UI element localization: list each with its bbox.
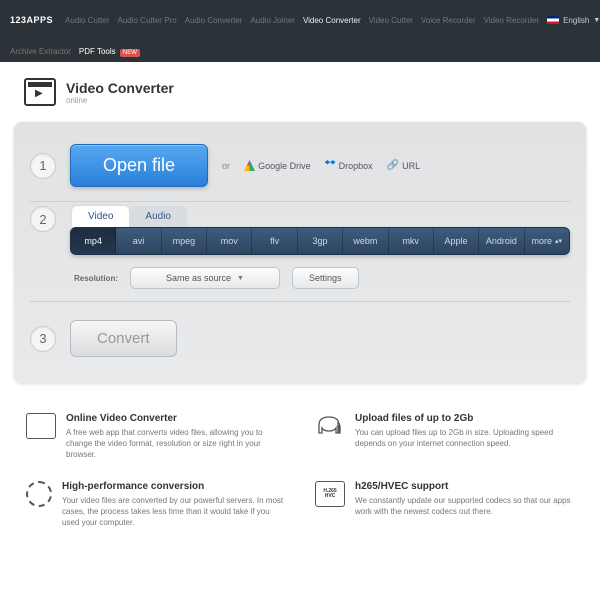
resolution-dropdown[interactable]: Same as source ▼ — [130, 267, 280, 289]
nav-archive-extractor[interactable]: Archive Extractor — [10, 47, 71, 56]
step-3: 3 Convert — [30, 312, 570, 365]
feature-body: We constantly update our supported codec… — [355, 495, 574, 517]
step-1: 1 Open file or Google Drive Dropbox 🔗URL — [30, 136, 570, 195]
nav-video-converter[interactable]: Video Converter — [303, 16, 361, 25]
or-label: or — [222, 161, 230, 171]
new-badge: NEW — [120, 49, 140, 57]
film-icon — [26, 413, 56, 439]
feature-upload-2gb: Upload files of up to 2Gb You can upload … — [315, 413, 574, 461]
nav-pdf-tools[interactable]: PDF Tools NEW — [79, 47, 140, 56]
step-2: 2 Video Audio mp4 avi mpeg mov flv 3gp w… — [30, 201, 570, 302]
tab-video[interactable]: Video — [72, 206, 129, 227]
language-selector[interactable]: English ▼ — [547, 16, 600, 25]
feature-h265: H.265HVC h265/HVEC support We constantly … — [315, 481, 574, 529]
feature-title: Upload files of up to 2Gb — [355, 413, 574, 424]
source-url[interactable]: 🔗URL — [387, 160, 420, 171]
page-header: Video Converter online — [0, 62, 600, 122]
media-tabs: Video Audio — [72, 206, 570, 227]
google-drive-icon — [244, 160, 255, 171]
gear-icon — [26, 481, 52, 507]
updown-icon: ▴▾ — [555, 237, 562, 245]
format-mp4[interactable]: mp4 — [71, 228, 116, 254]
source-dropbox[interactable]: Dropbox — [325, 160, 373, 171]
format-avi[interactable]: avi — [116, 228, 161, 254]
format-android[interactable]: Android — [479, 228, 524, 254]
step-number-1: 1 — [30, 153, 56, 179]
format-flv[interactable]: flv — [252, 228, 297, 254]
brand-logo[interactable]: 123APPS — [10, 15, 53, 25]
feature-high-performance: High-performance conversion Your video fi… — [26, 481, 285, 529]
feature-body: You can upload files up to 2Gb in size. … — [355, 427, 574, 449]
page-title: Video Converter — [66, 80, 174, 96]
chevron-down-icon: ▼ — [593, 17, 600, 24]
feature-title: h265/HVEC support — [355, 481, 574, 492]
page-subtitle: online — [66, 96, 174, 105]
nav-video-recorder[interactable]: Video Recorder — [484, 16, 539, 25]
format-apple[interactable]: Apple — [434, 228, 479, 254]
app-logo-icon — [24, 78, 56, 106]
format-webm[interactable]: webm — [343, 228, 388, 254]
format-mkv[interactable]: mkv — [389, 228, 434, 254]
nav-audio-converter[interactable]: Audio Converter — [185, 16, 243, 25]
flag-icon — [547, 16, 559, 24]
step-2-options: Resolution: Same as source ▼ Settings — [74, 267, 570, 289]
step-number-2: 2 — [30, 206, 56, 232]
nav-voice-recorder[interactable]: Voice Recorder — [421, 16, 476, 25]
features-grid: Online Video Converter A free web app tha… — [0, 407, 600, 548]
resolution-label: Resolution: — [74, 274, 118, 283]
nav-audio-cutter-pro[interactable]: Audio Cutter Pro — [118, 16, 177, 25]
convert-button[interactable]: Convert — [70, 320, 177, 357]
feature-title: High-performance conversion — [62, 481, 285, 492]
format-mov[interactable]: mov — [207, 228, 252, 254]
nav-video-cutter[interactable]: Video Cutter — [369, 16, 413, 25]
format-3gp[interactable]: 3gp — [298, 228, 343, 254]
step-number-3: 3 — [30, 326, 56, 352]
link-icon: 🔗 — [387, 160, 399, 171]
dropbox-icon — [325, 160, 336, 171]
nav-audio-joiner[interactable]: Audio Joiner — [250, 16, 294, 25]
feature-body: A free web app that converts video files… — [66, 427, 285, 461]
main-panel: 1 Open file or Google Drive Dropbox 🔗URL… — [14, 122, 586, 383]
chevron-down-icon: ▼ — [237, 275, 244, 282]
source-google-drive[interactable]: Google Drive — [244, 160, 311, 171]
top-nav: 123APPS Audio Cutter Audio Cutter Pro Au… — [0, 0, 600, 40]
format-mpeg[interactable]: mpeg — [162, 228, 207, 254]
nav-audio-cutter[interactable]: Audio Cutter — [65, 16, 109, 25]
elephant-icon — [315, 413, 345, 439]
feature-body: Your video files are converted by our po… — [62, 495, 285, 529]
format-more[interactable]: more▴▾ — [525, 228, 569, 254]
feature-title: Online Video Converter — [66, 413, 285, 424]
language-label: English — [563, 16, 589, 25]
feature-online-converter: Online Video Converter A free web app tha… — [26, 413, 285, 461]
open-file-button[interactable]: Open file — [70, 144, 208, 187]
format-bar: mp4 avi mpeg mov flv 3gp webm mkv Apple … — [70, 227, 570, 255]
tab-audio[interactable]: Audio — [129, 206, 187, 227]
settings-button[interactable]: Settings — [292, 267, 359, 289]
h265-icon: H.265HVC — [315, 481, 345, 507]
top-nav-row2: Archive Extractor PDF Tools NEW — [0, 40, 600, 62]
